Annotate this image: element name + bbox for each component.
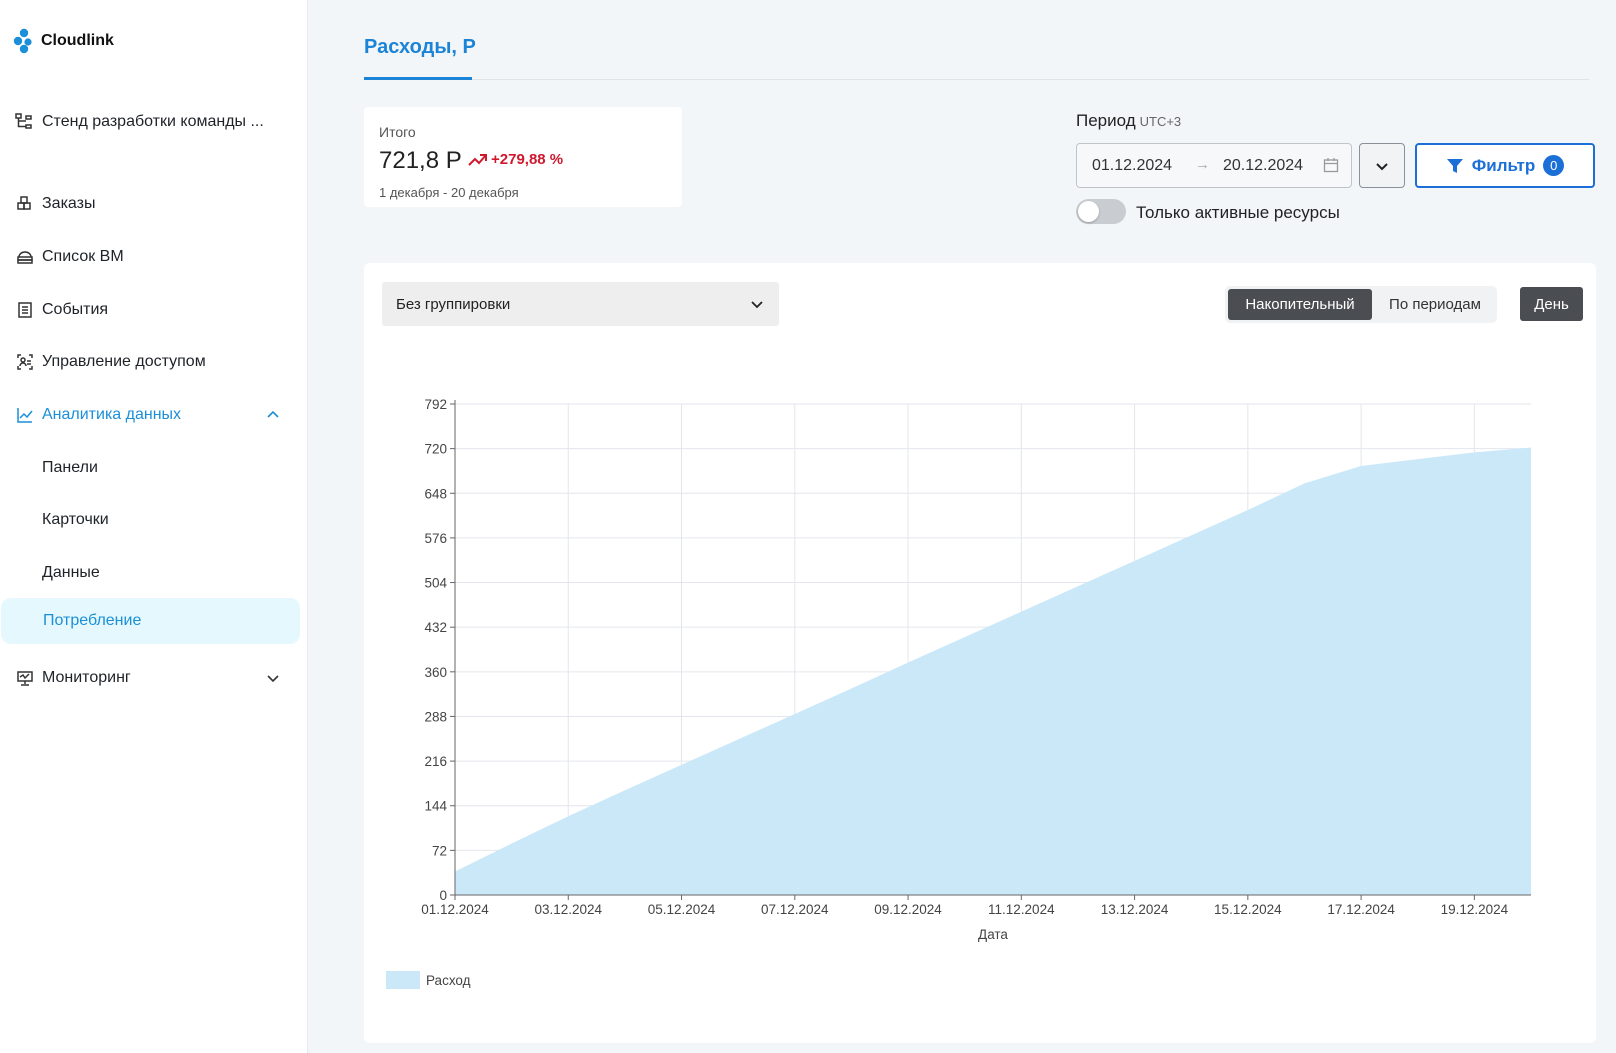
project-name: Стенд разработки команды ...: [42, 113, 264, 130]
date-arrow: →: [1195, 156, 1210, 173]
sidebar-item-consumption[interactable]: Потребление: [1, 598, 300, 644]
y-tick-label: 216: [424, 754, 447, 769]
hierarchy-icon: [15, 113, 32, 129]
filter-icon: [1446, 158, 1463, 173]
active-resources-toggle[interactable]: [1076, 199, 1126, 224]
summary-caption: Итого: [379, 124, 416, 140]
x-axis-label: Дата: [978, 927, 1008, 942]
sidebar-item-cards[interactable]: Карточки: [0, 497, 300, 543]
project-selector[interactable]: Стенд разработки команды ...: [14, 112, 264, 132]
access-icon: [15, 352, 35, 372]
analytics-icon: [15, 405, 35, 425]
events-icon: [15, 300, 35, 320]
period-timezone: UTC+3: [1139, 114, 1182, 129]
calendar-icon: [1323, 158, 1339, 173]
filter-label: Фильтр: [1471, 155, 1536, 175]
tab-active-indicator: [364, 77, 472, 80]
summary-change: +279,88 %: [468, 151, 563, 168]
sidebar-item-orders[interactable]: Заказы: [0, 181, 300, 227]
y-tick-label: 144: [424, 799, 447, 814]
sidebar-item-label: Потребление: [43, 612, 142, 629]
date-to[interactable]: 20.12.2024: [1223, 157, 1303, 175]
y-tick-label: 504: [424, 576, 447, 591]
expenses-chart: 0 72 144 216 288 360 432 504 576 648 720 792 01.12.2…: [386, 397, 1532, 989]
y-tick-label: 648: [424, 486, 447, 501]
monitoring-icon: [15, 668, 35, 688]
sidebar: Cloudlink Стенд разработки команды ... З…: [0, 0, 308, 1053]
series-area: [455, 447, 1531, 895]
y-tick-label: 432: [424, 620, 447, 635]
x-tick-label: 03.12.2024: [534, 902, 602, 917]
sidebar-item-label: Мониторинг: [42, 669, 131, 686]
y-tick-label: 792: [424, 397, 447, 412]
x-tick-label: 17.12.2024: [1327, 902, 1395, 917]
sidebar-item-access[interactable]: Управление доступом: [0, 339, 300, 385]
summary-card: Итого 721,8 Р +279,88 % 1 декабря - 20 д…: [364, 107, 682, 207]
x-tick-label: 09.12.2024: [874, 902, 942, 917]
x-tick-label: 01.12.2024: [421, 902, 489, 917]
filter-count-badge: 0: [1543, 155, 1565, 176]
sidebar-item-label: Данные: [42, 564, 100, 581]
logo[interactable]: Cloudlink: [13, 28, 114, 54]
filter-button[interactable]: Фильтр 0: [1415, 143, 1595, 188]
y-tick-label: 288: [424, 709, 447, 724]
y-tick-label: 360: [424, 665, 447, 680]
legend-swatch: [386, 971, 420, 989]
legend-label: Расход: [426, 973, 471, 988]
y-tick-label: 576: [424, 531, 447, 546]
sidebar-item-label: Панели: [42, 459, 98, 476]
x-tick-label: 07.12.2024: [761, 902, 829, 917]
x-tick-label: 05.12.2024: [648, 902, 716, 917]
summary-range: 1 декабря - 20 декабря: [379, 185, 519, 200]
active-resources-label: Только активные ресурсы: [1136, 203, 1340, 222]
sidebar-item-label: Список ВМ: [42, 248, 124, 265]
chart-card: Без группировки Накопительный По периода…: [364, 263, 1596, 1043]
orders-icon: [15, 194, 35, 214]
chevron-down-icon: [1376, 162, 1388, 170]
date-range-picker[interactable]: 01.12.2024 → 20.12.2024: [1076, 143, 1352, 188]
sidebar-item-monitoring[interactable]: Мониторинг: [0, 655, 300, 701]
y-tick-label: 0: [439, 888, 447, 903]
toggle-knob: [1078, 201, 1099, 222]
sidebar-item-label: Карточки: [42, 511, 109, 528]
sidebar-item-panels[interactable]: Панели: [0, 445, 300, 491]
sidebar-item-vm-list[interactable]: Список ВМ: [0, 234, 300, 280]
x-tick-label: 19.12.2024: [1441, 902, 1509, 917]
sidebar-item-label: Аналитика данных: [42, 406, 182, 423]
tab-divider: [364, 79, 1589, 80]
sidebar-item-data[interactable]: Данные: [0, 550, 300, 596]
tab-expenses[interactable]: Расходы, Р: [364, 36, 476, 59]
logo-text: Cloudlink: [41, 32, 114, 49]
trend-up-icon: [468, 153, 487, 166]
sidebar-item-label: События: [42, 301, 109, 318]
x-tick-label: 11.12.2024: [988, 902, 1055, 917]
x-tick-label: 13.12.2024: [1101, 902, 1169, 917]
period-presets-button[interactable]: [1359, 143, 1405, 188]
summary-change-value: +279,88 %: [491, 151, 564, 168]
y-tick-label: 720: [424, 442, 447, 457]
chevron-up-icon: [267, 410, 279, 418]
vm-list-icon: [15, 247, 35, 267]
sidebar-item-events[interactable]: События: [0, 287, 300, 333]
y-tick-label: 72: [432, 843, 447, 858]
chevron-down-icon: [267, 675, 279, 683]
period-label-text: Период: [1076, 111, 1136, 130]
period-label: Период UTC+3: [1076, 111, 1181, 131]
main-content: Расходы, Р Итого 721,8 Р +279,88 % 1 дек…: [308, 0, 1616, 1053]
sidebar-item-analytics[interactable]: Аналитика данных: [0, 392, 300, 438]
sidebar-item-label: Управление доступом: [42, 353, 206, 370]
summary-total: 721,8 Р: [379, 147, 462, 174]
date-from[interactable]: 01.12.2024: [1092, 157, 1172, 175]
sidebar-item-label: Заказы: [42, 195, 96, 212]
x-tick-label: 15.12.2024: [1214, 902, 1282, 917]
cloudlink-logo-icon: [13, 28, 32, 54]
